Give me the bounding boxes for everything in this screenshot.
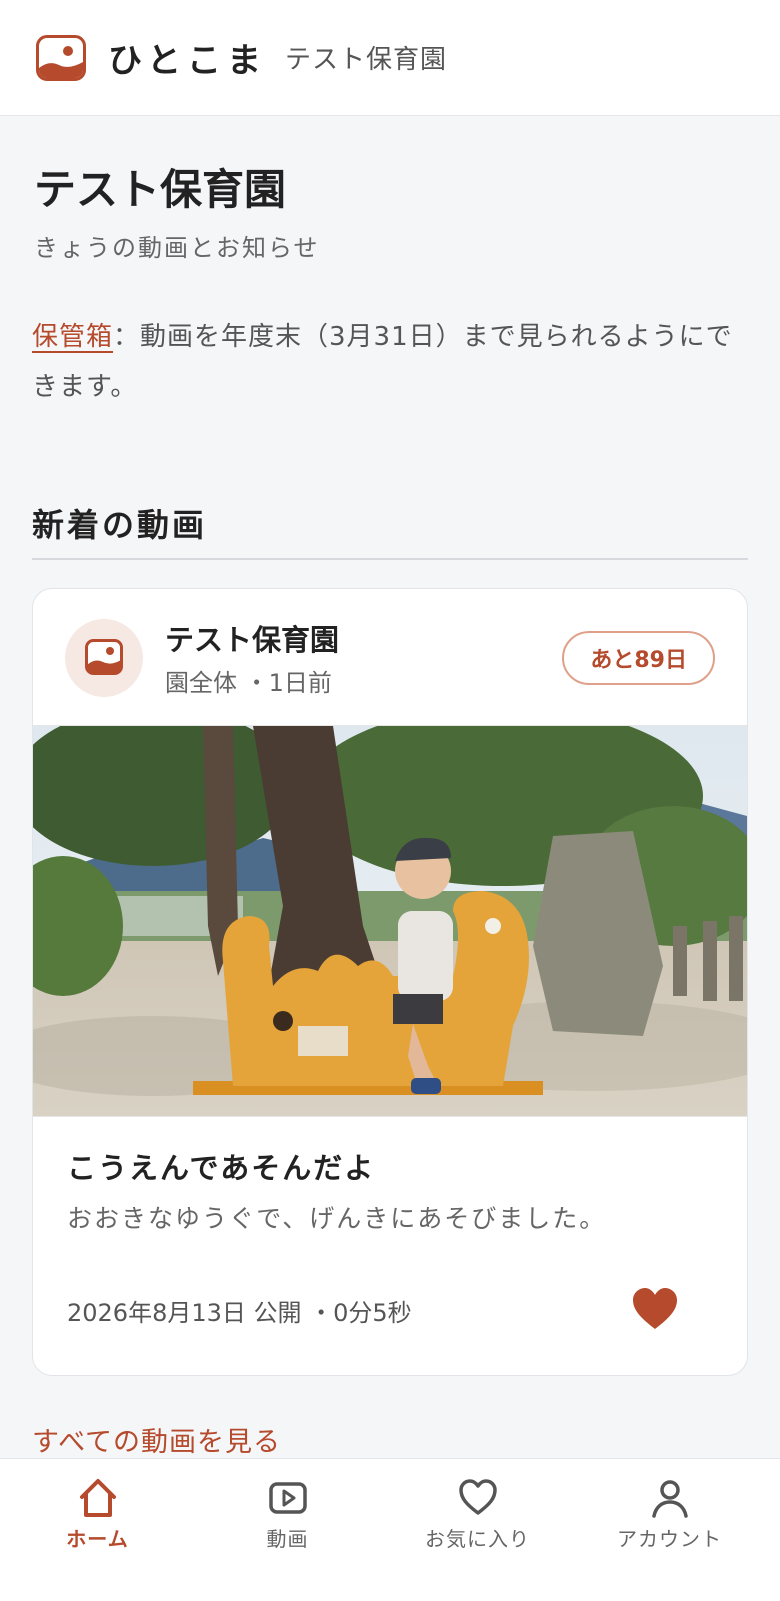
header-school-name: テスト保育園 — [284, 45, 447, 75]
nav-label-account: アカウント — [617, 1527, 722, 1551]
storage-notice: 保管箱：動画を年度末（3月31日）まで見られるようにできます。 — [32, 312, 748, 412]
storage-notice-text: ：動画を年度末（3月31日）まで見られるようにできます。 — [32, 322, 733, 402]
days-remaining-badge: あと89日 — [562, 631, 715, 685]
favorite-heart-icon[interactable] — [629, 1285, 681, 1333]
all-videos-link[interactable]: すべての動画を見る — [32, 1420, 281, 1459]
school-avatar — [65, 619, 143, 697]
home-icon — [80, 1479, 116, 1517]
bottom-nav: ホーム 動画 お気に入り アカウント — [0, 1458, 780, 1601]
nav-item-videos[interactable]: 動画 — [190, 1459, 385, 1601]
app-name: ひとこま — [108, 41, 267, 81]
card-org-name: テスト保育園 — [165, 623, 340, 657]
card-meta: 園全体 ・1日前 — [165, 669, 332, 697]
heart-icon — [459, 1479, 497, 1515]
section-divider — [32, 558, 748, 560]
nav-label-home: ホーム — [66, 1527, 129, 1551]
page-subtitle: きょうの動画とお知らせ — [34, 234, 320, 262]
photo-logo-icon — [36, 34, 86, 81]
nav-item-account[interactable]: アカウント — [572, 1459, 767, 1601]
video-date-info: 2026年8月13日 公開 ・0分5秒 — [67, 1299, 412, 1327]
video-description: おおきなゆうぐで、げんきにあそびました。 — [67, 1204, 607, 1233]
video-title[interactable]: こうえんであそんだよ — [67, 1145, 375, 1187]
section-title-new-videos: 新着の動画 — [32, 506, 208, 544]
storage-box-link[interactable]: 保管箱 — [32, 322, 113, 352]
video-icon — [269, 1482, 307, 1514]
video-card: テスト保育園 園全体 ・1日前 あと89日 こうえんであそんだよ おおきなゆうぐ… — [32, 588, 748, 1376]
nav-item-favorites[interactable]: お気に入り — [380, 1459, 575, 1601]
video-thumbnail — [33, 725, 747, 1117]
app-header: ひとこま テスト保育園 — [0, 0, 780, 116]
nav-item-home[interactable]: ホーム — [0, 1459, 195, 1601]
nav-label-favorites: お気に入り — [425, 1527, 530, 1551]
user-icon — [652, 1480, 688, 1518]
page-title: テスト保育園 — [34, 165, 287, 214]
nav-label-videos: 動画 — [266, 1527, 309, 1551]
video-play-area[interactable] — [33, 726, 747, 1116]
